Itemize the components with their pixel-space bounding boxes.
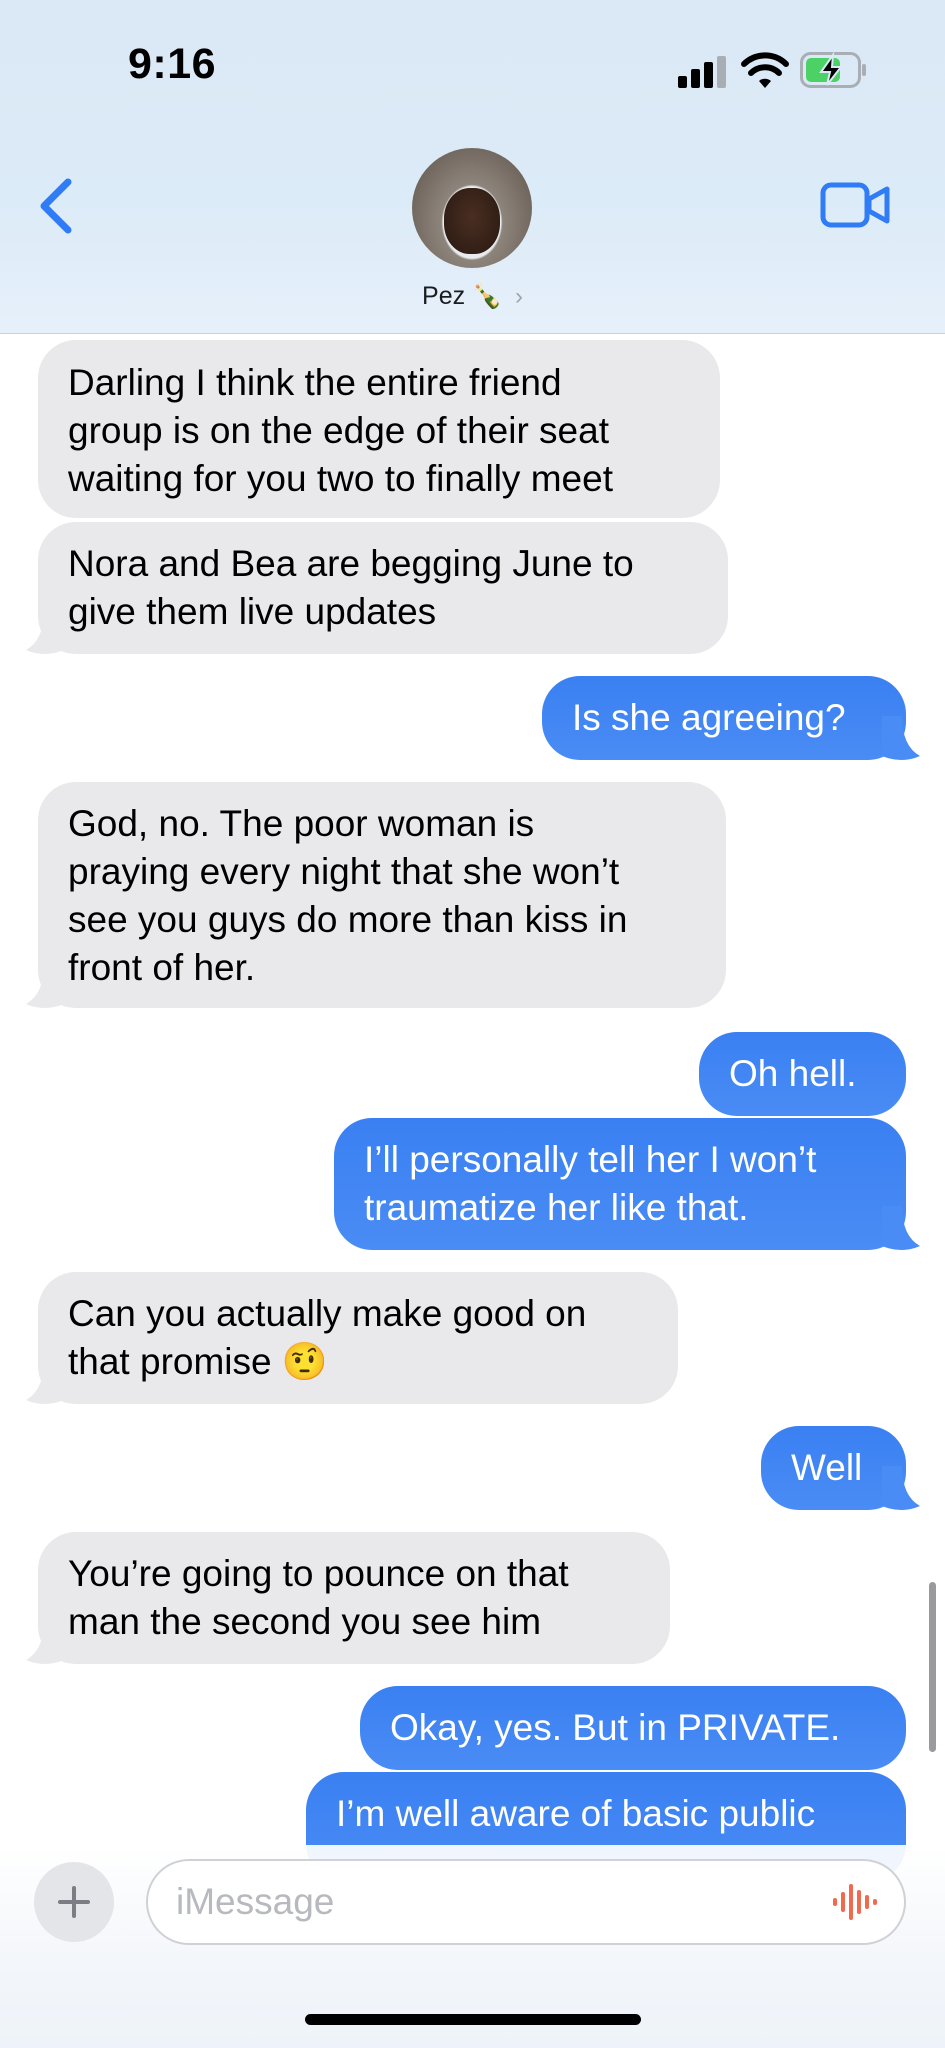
bubble-tail bbox=[882, 1466, 920, 1510]
message-line: Well bbox=[791, 1447, 863, 1488]
message-bubble-outgoing[interactable]: Okay, yes. But in PRIVATE. bbox=[360, 1686, 906, 1770]
bubble-tail bbox=[26, 964, 64, 1008]
message-bubble-outgoing[interactable]: I’ll personally tell her I won’t traumat… bbox=[334, 1118, 906, 1250]
scrollbar[interactable] bbox=[929, 1582, 936, 1752]
message-bubble-incoming[interactable]: Nora and Bea are begging June to give th… bbox=[38, 522, 728, 654]
status-time: 9:16 bbox=[128, 40, 217, 88]
message-bubble-outgoing[interactable]: Is she agreeing? bbox=[542, 676, 906, 760]
wifi-icon bbox=[741, 52, 789, 88]
message-bubble-incoming[interactable]: You’re going to pounce on that man the s… bbox=[38, 1532, 670, 1664]
contact-avatar[interactable] bbox=[412, 148, 532, 268]
message-line: Can you actually make good on bbox=[68, 1293, 587, 1334]
message-bubble-outgoing[interactable]: Oh hell. bbox=[699, 1032, 906, 1116]
message-line: group is on the edge of their seat bbox=[68, 410, 609, 451]
message-line: God, no. The poor woman is bbox=[68, 803, 535, 844]
contact-name-row[interactable]: Pez 🍾 › bbox=[0, 282, 945, 311]
contact-emoji: 🍾 bbox=[472, 283, 502, 310]
audio-waveform-icon[interactable] bbox=[832, 1881, 878, 1923]
bubble-tail bbox=[26, 610, 64, 654]
battery-charging-icon bbox=[800, 52, 866, 88]
message-bubble-incoming[interactable]: God, no. The poor woman is praying every… bbox=[38, 782, 726, 1008]
back-chevron-icon[interactable] bbox=[36, 176, 76, 236]
message-line: man the second you see him bbox=[68, 1601, 542, 1642]
bubble-tail bbox=[882, 1206, 920, 1250]
message-line: give them live updates bbox=[68, 591, 437, 632]
imessage-input[interactable]: iMessage bbox=[146, 1859, 906, 1945]
message-line: I’ll personally tell her I won’t bbox=[364, 1139, 817, 1180]
cellular-signal-icon bbox=[678, 56, 726, 88]
conversation-header: 9:16 Pez 🍾 › bbox=[0, 0, 945, 334]
message-line: Okay, yes. But in PRIVATE. bbox=[390, 1707, 841, 1748]
message-line: Is she agreeing? bbox=[572, 697, 846, 738]
message-line: traumatize her like that. bbox=[364, 1187, 749, 1228]
message-line: front of her. bbox=[68, 947, 256, 988]
bubble-tail bbox=[26, 1360, 64, 1404]
message-line: Oh hell. bbox=[729, 1053, 857, 1094]
message-line: see you guys do more than kiss in bbox=[68, 899, 628, 940]
message-line: Nora and Bea are begging June to bbox=[68, 543, 634, 584]
message-line: I’m well aware of basic public bbox=[336, 1793, 816, 1834]
contact-name: Pez bbox=[422, 282, 466, 310]
input-placeholder: iMessage bbox=[176, 1881, 335, 1922]
chevron-right-icon: › bbox=[514, 283, 523, 310]
message-line: that promise 🤨 bbox=[68, 1341, 328, 1382]
home-indicator[interactable] bbox=[305, 2014, 641, 2025]
add-attachment-button[interactable] bbox=[34, 1862, 114, 1942]
message-line: waiting for you two to finally meet bbox=[68, 458, 613, 499]
bubble-tail bbox=[882, 716, 920, 760]
message-bubble-incoming[interactable]: Can you actually make good on that promi… bbox=[38, 1272, 678, 1404]
bubble-tail bbox=[26, 1620, 64, 1664]
message-line: Darling I think the entire friend bbox=[68, 362, 562, 403]
video-call-icon[interactable] bbox=[820, 182, 890, 228]
message-line: You’re going to pounce on that bbox=[68, 1553, 569, 1594]
message-bubble-incoming[interactable]: Darling I think the entire friend group … bbox=[38, 340, 720, 518]
message-line: praying every night that she won’t bbox=[68, 851, 620, 892]
